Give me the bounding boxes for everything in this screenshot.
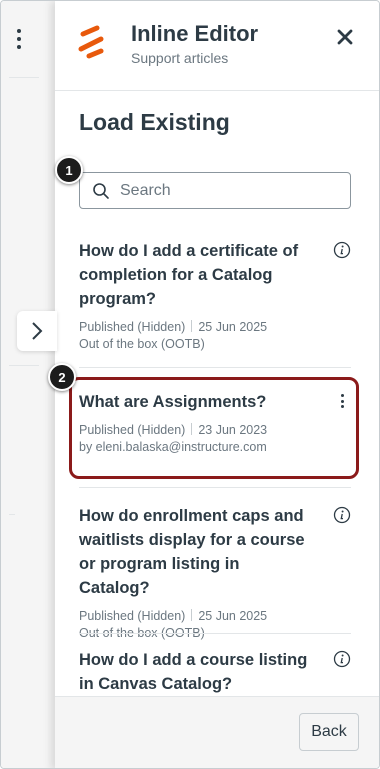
chevron-right-icon [32,322,43,340]
divider [9,77,39,78]
close-button[interactable] [331,23,359,51]
search-input[interactable] [120,179,340,203]
info-icon[interactable] [333,650,351,668]
article-title[interactable]: How do enrollment caps and waitlists dis… [79,504,311,600]
expand-tray-button[interactable] [17,311,57,351]
info-icon[interactable] [333,241,351,259]
article-meta: Published (Hidden) 23 Jun 2023 [79,422,351,439]
divider [79,633,351,634]
article-title[interactable]: How do I add a certificate of completion… [79,239,311,311]
divider [9,365,39,366]
article-status: Published (Hidden) [79,320,186,334]
tray-footer: Back [55,696,379,768]
tray-title: Inline Editor [131,21,259,46]
search-field[interactable] [79,172,351,209]
back-button[interactable]: Back [299,713,359,751]
article-author: by eleni.balaska@instructure.com [79,440,267,454]
callout-badge: 2 [48,363,76,391]
article-title[interactable]: What are Assignments? [79,390,311,414]
article-status: Published (Hidden) [79,423,186,437]
article-date: 25 Jun 2025 [198,320,268,334]
divider [79,367,351,368]
article-item[interactable]: How do I add a course listing in Canvas … [79,648,351,696]
more-options-icon[interactable] [337,392,347,410]
article-date: 23 Jun 2023 [198,423,268,437]
callout-badge: 1 [55,156,83,184]
article-item[interactable]: How do I add a certificate of completion… [79,239,351,353]
article-status: Published (Hidden) [79,609,186,623]
tray-header: Inline Editor Support articles [55,1,379,91]
divider [79,487,351,488]
article-meta: Published (Hidden) 25 Jun 2025 [79,608,351,625]
app-frame: Inline Editor Support articles Load Exis… [0,0,380,769]
inline-editor-tray: Inline Editor Support articles Load Exis… [55,1,379,768]
page-menu-icon[interactable] [15,29,23,55]
app-logo-icon [78,25,104,59]
section-title: Load Existing [79,109,230,135]
article-item[interactable]: How do enrollment caps and waitlists dis… [79,504,351,642]
article-item-selected[interactable]: What are Assignments? Published (Hidden)… [79,390,351,456]
divider [9,514,15,515]
search-icon [93,183,109,199]
close-icon [337,29,353,45]
article-meta: Published (Hidden) 25 Jun 2025 [79,319,351,336]
article-author: Out of the box (OOTB) [79,337,205,351]
info-icon[interactable] [333,506,351,524]
background-page [1,1,55,768]
tray-subtitle: Support articles [131,50,229,66]
article-date: 25 Jun 2025 [198,609,268,623]
article-title[interactable]: How do I add a course listing in Canvas … [79,648,311,696]
